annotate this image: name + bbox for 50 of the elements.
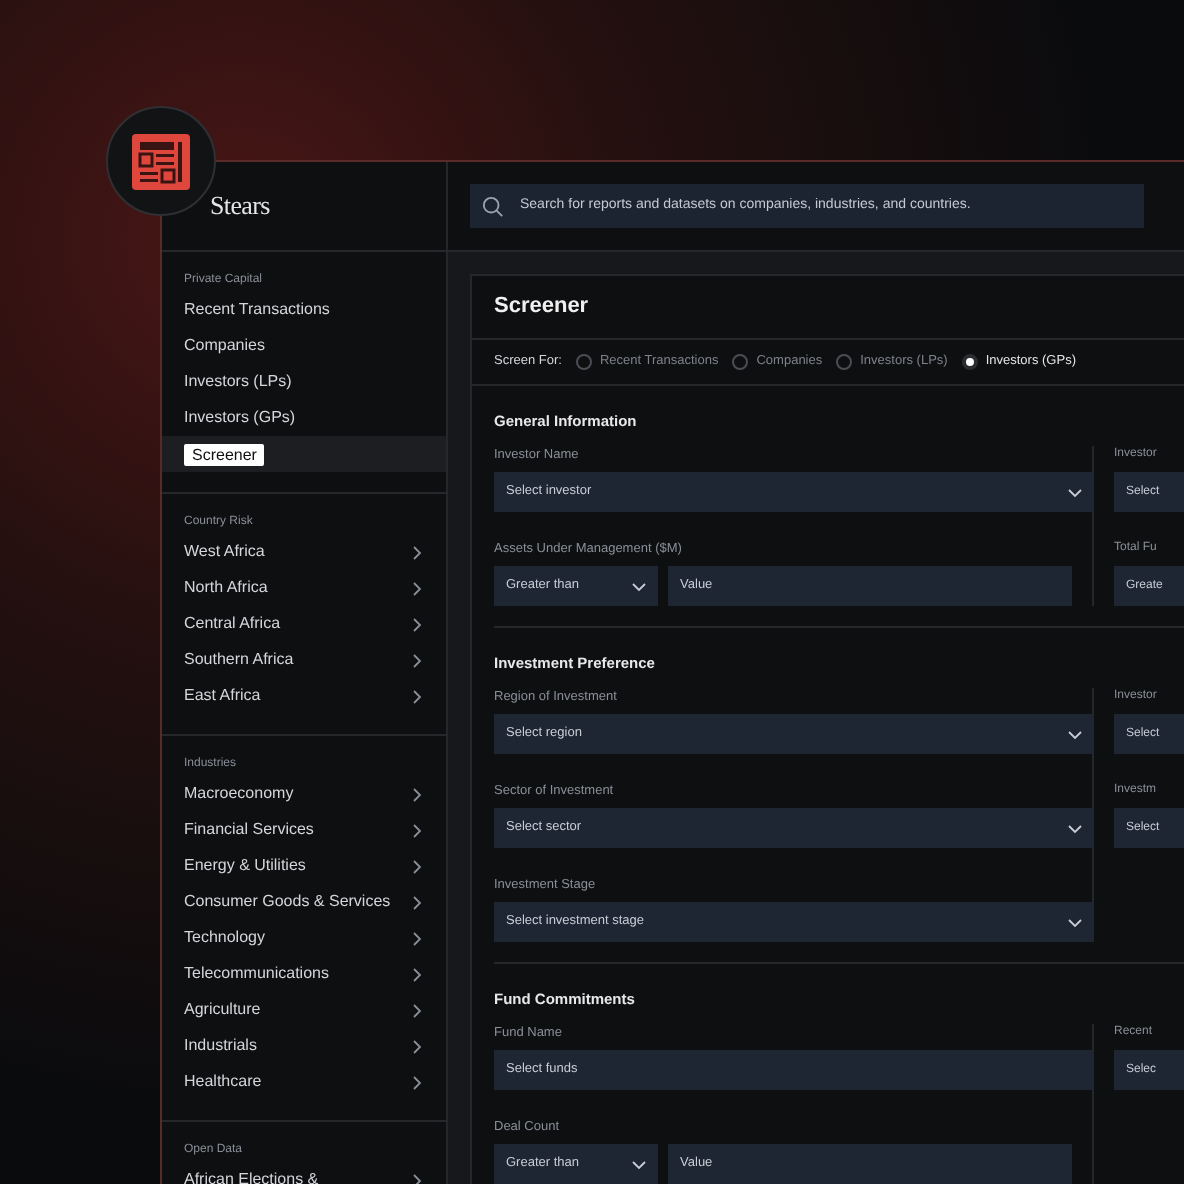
- sidebar-item[interactable]: North Africa: [162, 570, 446, 606]
- sidebar-item[interactable]: Consumer Goods & Services: [162, 884, 446, 920]
- sidebar-item[interactable]: Technology: [162, 920, 446, 956]
- sidebar-item-label: Investors (GPs): [184, 406, 296, 430]
- sidebar-item-label: Southern Africa: [184, 648, 294, 672]
- search-icon: [482, 195, 504, 217]
- sidebar-item-label: North Africa: [184, 576, 268, 600]
- sidebar-item-label: Companies: [184, 334, 265, 358]
- sidebar-item-label: Macroeconomy: [184, 782, 294, 806]
- sidebar-item-label: Healthcare: [184, 1070, 262, 1094]
- sidebar-item[interactable]: Healthcare: [162, 1064, 446, 1100]
- sidebar-item-label: Central Africa: [184, 612, 281, 636]
- sidebar-item-label: West Africa: [184, 540, 265, 564]
- sidebar-item[interactable]: Financial Services: [162, 812, 446, 848]
- sidebar-item[interactable]: Investors (GPs): [162, 400, 446, 436]
- chevron-down-icon: [1068, 823, 1082, 833]
- sidebar-item[interactable]: African Elections &: [162, 1162, 446, 1184]
- sidebar-item[interactable]: Agriculture: [162, 992, 446, 1028]
- sidebar-item[interactable]: West Africa: [162, 534, 446, 570]
- sidebar-item[interactable]: Investors (LPs): [162, 364, 446, 400]
- sidebar-item[interactable]: Screener: [162, 436, 446, 472]
- sidebar-item[interactable]: Southern Africa: [162, 642, 446, 678]
- sidebar-item-label: Investors (LPs): [184, 370, 292, 394]
- sidebar-item[interactable]: Central Africa: [162, 606, 446, 642]
- sidebar-item[interactable]: Recent Transactions: [162, 292, 446, 328]
- chevron-down-icon: [632, 581, 647, 591]
- sidebar-item[interactable]: Industrials: [162, 1028, 446, 1064]
- sidebar-item-label: Telecommunications: [184, 962, 329, 986]
- sidebar-item[interactable]: Energy & Utilities: [162, 848, 446, 884]
- chevron-down-icon: [632, 1159, 647, 1169]
- sidebar-item-label: East Africa: [184, 684, 261, 708]
- brand-logo[interactable]: Stears: [210, 186, 270, 226]
- sidebar-item[interactable]: Macroeconomy: [162, 776, 446, 812]
- sidebar-item-label: Technology: [184, 926, 265, 950]
- sidebar-item-label: Agriculture: [184, 998, 261, 1022]
- sidebar-item-label: Screener: [184, 443, 265, 465]
- chevron-down-icon: [1068, 917, 1082, 927]
- newspaper-icon: [132, 133, 190, 189]
- sidebar-item[interactable]: Telecommunications: [162, 956, 446, 992]
- sidebar-item[interactable]: Companies: [162, 328, 446, 364]
- chevron-down-icon: [1068, 487, 1082, 497]
- sidebar-item-label: African Elections &: [184, 1168, 319, 1184]
- sidebar-item-label: Financial Services: [184, 818, 314, 842]
- sidebar-item-label: Energy & Utilities: [184, 854, 306, 878]
- panel-title: Screener: [494, 292, 589, 323]
- sidebar-item[interactable]: East Africa: [162, 678, 446, 714]
- sidebar-item-label: Consumer Goods & Services: [184, 890, 391, 914]
- sidebar-item-label: Recent Transactions: [184, 298, 330, 322]
- chevron-down-icon: [1068, 729, 1082, 739]
- sidebar-item-label: Industrials: [184, 1034, 257, 1058]
